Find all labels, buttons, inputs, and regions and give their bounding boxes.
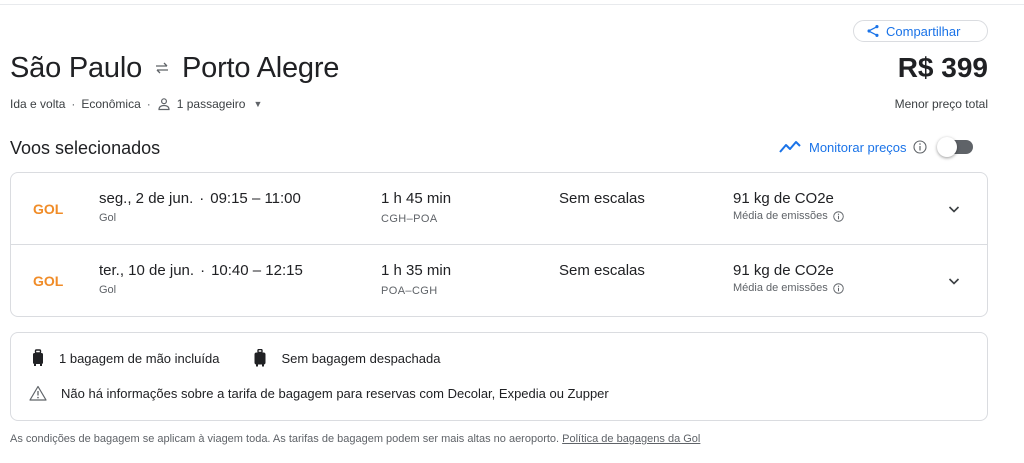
emission-note: Média de emissões [733, 210, 844, 222]
info-icon[interactable] [833, 210, 844, 222]
checked-bag-label: Sem bagagem despachada [281, 350, 441, 366]
flight-airline: Gol [99, 284, 117, 296]
swap-arrows-icon [152, 58, 172, 78]
carry-on-label: 1 bagagem de mão incluída [59, 350, 220, 366]
flight-route: POA–CGH [381, 285, 438, 297]
share-icon [867, 25, 879, 37]
monitor-label[interactable]: Monitorar preços [809, 140, 907, 155]
total-price: R$ 399 [897, 52, 988, 83]
svg-text:GOL: GOL [33, 201, 64, 217]
baggage-footnote: As condições de bagagem se aplicam à via… [10, 433, 700, 445]
flight-co2: 91 kg de CO2e [733, 190, 834, 207]
flight-date-time: ter., 10 de jun. · 10:40 – 12:15 [99, 262, 303, 279]
destination-city: Porto Alegre [182, 51, 340, 84]
trip-type: Ida e volta [10, 97, 66, 111]
monitor-toggle[interactable] [936, 137, 973, 157]
selected-flights-card: GOL seg., 2 de jun. · 09:15 – 11:00 Gol 1 … [10, 172, 988, 317]
share-button[interactable]: Compartilhar [853, 20, 988, 42]
toggle-knob [936, 137, 957, 157]
gol-logo: GOL [33, 273, 64, 289]
checked-bag-icon [254, 349, 266, 367]
chevron-down-icon [948, 278, 960, 285]
separator-dot: · [200, 262, 206, 279]
separator-dot: · [199, 190, 205, 207]
monitor-prices: Monitorar preços [779, 137, 973, 157]
caret-down-icon[interactable]: ▼ [253, 99, 262, 109]
expand-flight-button[interactable] [942, 269, 966, 293]
baggage-card: 1 bagagem de mão incluída Sem bagagem de… [10, 332, 988, 421]
flight-duration: 1 h 35 min [381, 262, 452, 279]
svg-text:GOL: GOL [33, 273, 64, 289]
footnote-text: As condições de bagagem se aplicam à via… [10, 433, 563, 445]
flight-stops: Sem escalas [559, 190, 645, 207]
separator-dot: · [146, 97, 151, 111]
top-divider [0, 4, 1024, 5]
trip-meta: Ida e volta · Econômica · 1 passageiro ▼ [10, 97, 262, 111]
warning-text: Não há informações sobre a tarifa de bag… [61, 385, 609, 401]
emission-note: Média de emissões [733, 282, 844, 294]
emission-label: Média de emissões [733, 210, 828, 222]
separator-dot: · [71, 97, 76, 111]
flight-date: seg., 2 de jun. [99, 190, 194, 207]
expand-flight-button[interactable] [942, 197, 966, 221]
warning-icon [29, 385, 47, 401]
passenger-count[interactable]: 1 passageiro [177, 97, 246, 111]
baggage-warning: Não há informações sobre a tarifa de bag… [29, 385, 609, 401]
flight-airline: Gol [99, 212, 117, 224]
baggage-policy-link[interactable]: Política de bagagens da Gol [562, 433, 700, 445]
flight-co2: 91 kg de CO2e [733, 262, 834, 279]
flight-date-time: seg., 2 de jun. · 09:15 – 11:00 [99, 190, 301, 207]
flight-times: 10:40 – 12:15 [211, 262, 303, 279]
flight-duration: 1 h 45 min [381, 190, 452, 207]
origin-city: São Paulo [10, 51, 143, 84]
person-icon [158, 98, 170, 111]
baggage-summary: 1 bagagem de mão incluída Sem bagagem de… [31, 349, 440, 367]
cabin-class: Econômica [81, 97, 141, 111]
share-label: Compartilhar [886, 23, 961, 39]
carry-on-bag-icon [33, 349, 43, 366]
info-icon[interactable] [833, 282, 844, 294]
flight-date: ter., 10 de jun. [99, 262, 195, 279]
flight-row-return[interactable]: GOL ter., 10 de jun. · 10:40 – 12:15 Gol 1… [11, 245, 987, 316]
flight-route: CGH–POA [381, 213, 438, 225]
flight-row-outbound[interactable]: GOL seg., 2 de jun. · 09:15 – 11:00 Gol 1 … [11, 173, 987, 245]
info-icon[interactable] [912, 140, 927, 154]
route-title: São Paulo Porto Alegre [10, 50, 339, 86]
price-caption: Menor preço total [894, 97, 988, 111]
gol-logo: GOL [33, 201, 64, 217]
section-title: Voos selecionados [10, 138, 161, 158]
flight-stops: Sem escalas [559, 262, 645, 279]
chevron-down-icon [948, 206, 960, 213]
emission-label: Média de emissões [733, 282, 828, 294]
trend-icon [779, 141, 801, 153]
flight-times: 09:15 – 11:00 [210, 190, 301, 207]
